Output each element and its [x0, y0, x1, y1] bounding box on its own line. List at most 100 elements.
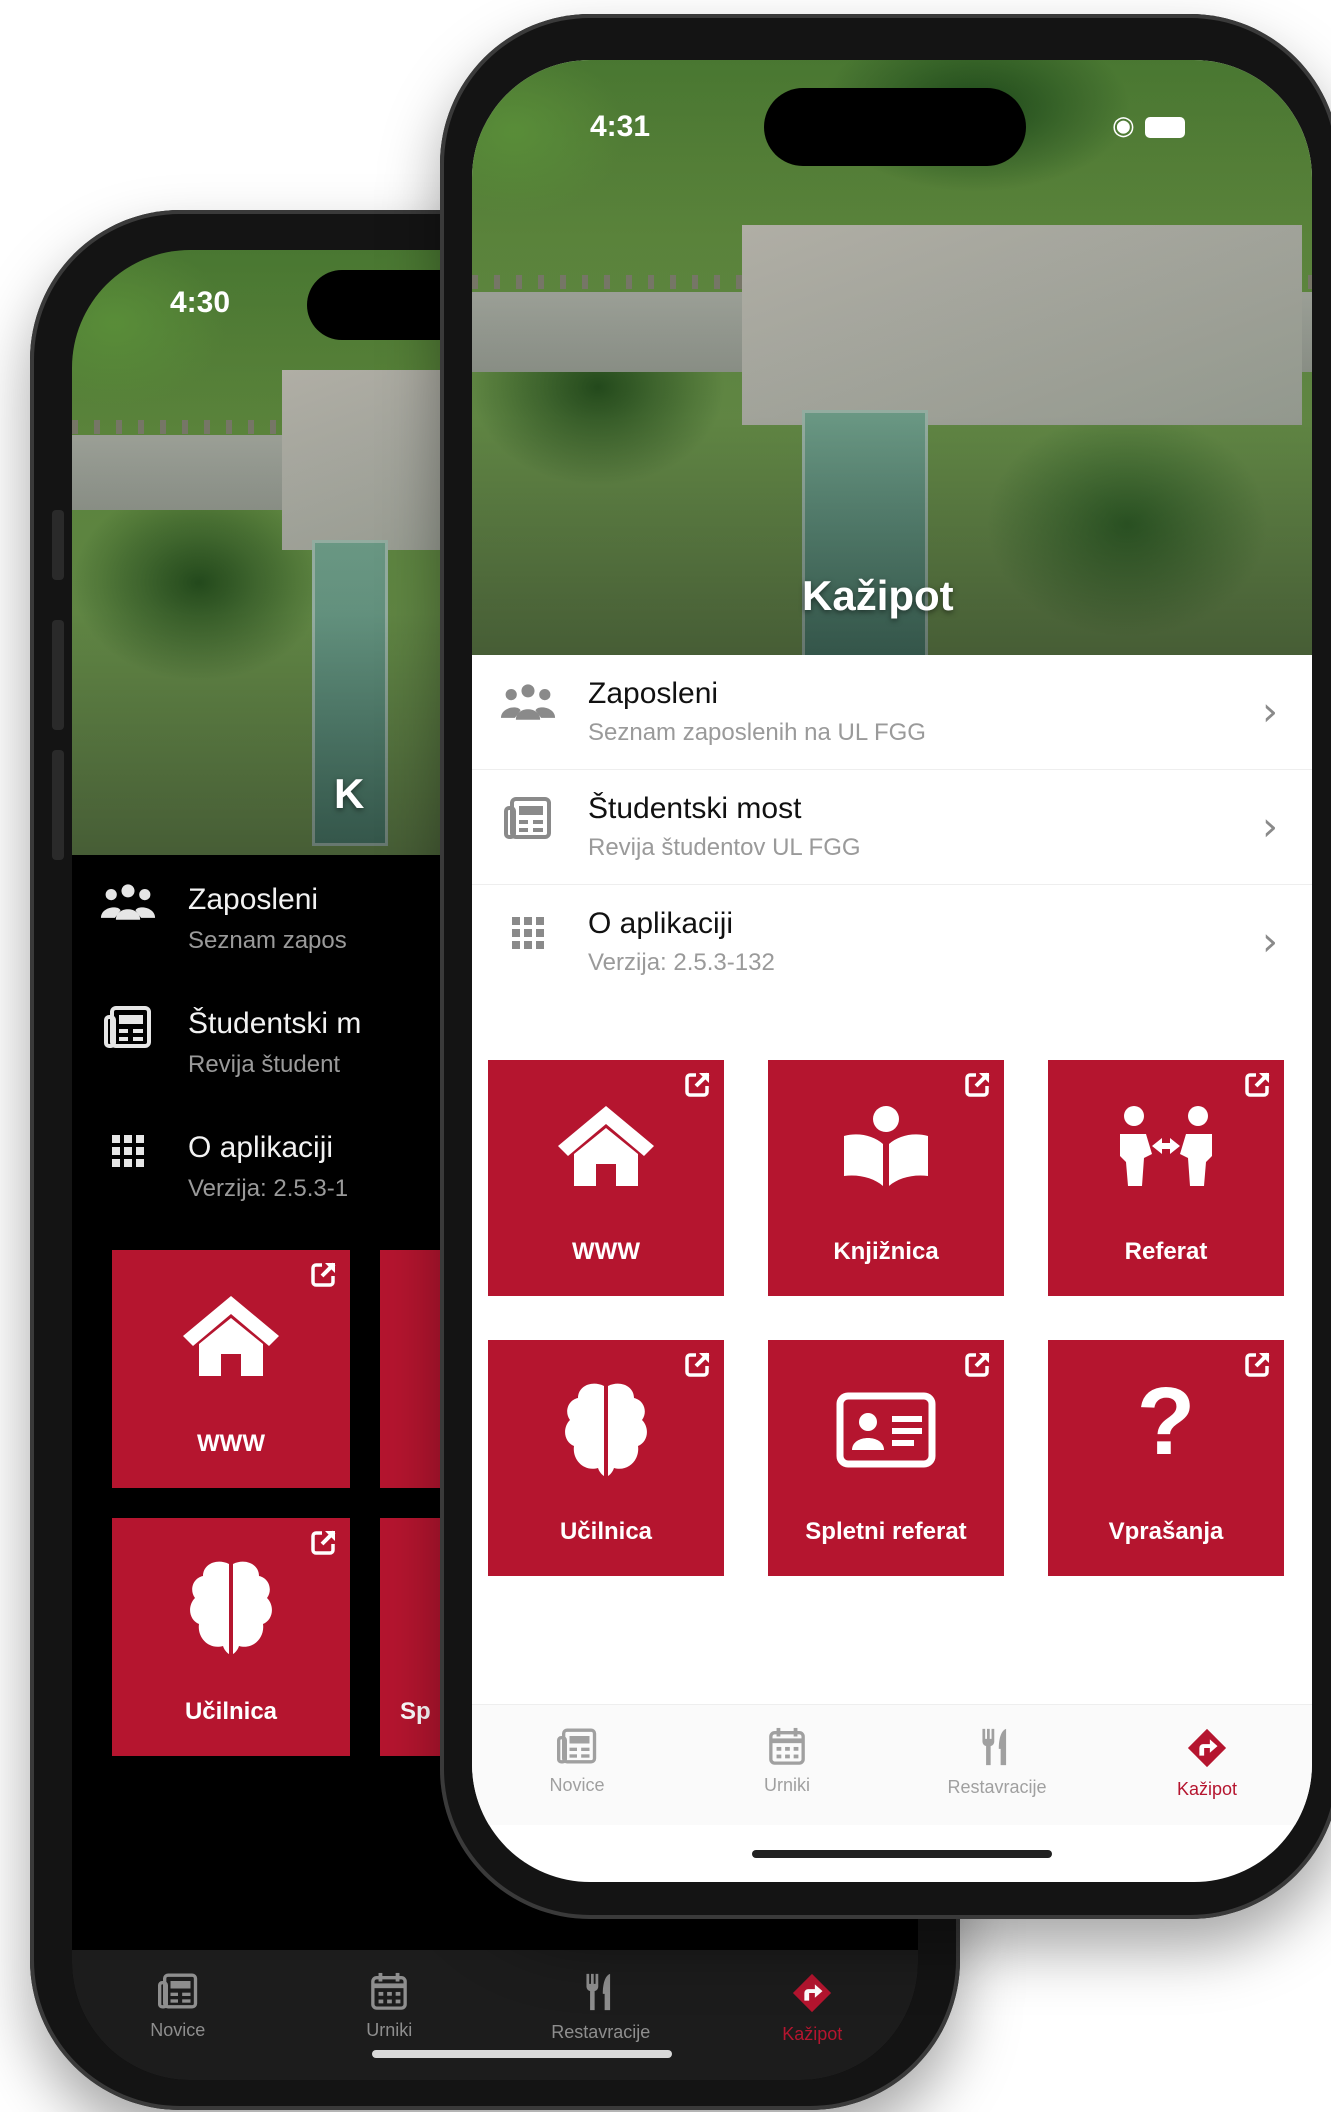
external-link-icon: [310, 1528, 338, 1556]
menu-list: Zaposleni Seznam zaposlenih na UL FGG › …: [472, 655, 1312, 999]
book-reader-icon: [841, 1104, 931, 1188]
brain-icon: [189, 1558, 273, 1658]
list-item-subtitle: Verzija: 2.5.3-1: [188, 1175, 349, 1202]
status-time: 4:30: [170, 286, 231, 319]
utensils-icon: [582, 1972, 620, 2012]
tab-label: Urniki: [366, 2020, 413, 2040]
tile-spletni-referat[interactable]: Spletni referat: [768, 1340, 1004, 1576]
calendar-icon: [768, 1727, 806, 1765]
list-item-subtitle: Seznam zaposlenih na UL FGG: [588, 719, 926, 746]
tile-grid: WWW Knjižnica Referat Učilnica Spletni r: [488, 1060, 1284, 1576]
external-link-icon: [684, 1350, 712, 1378]
tab-kazipot[interactable]: Kažipot: [707, 1950, 919, 2080]
phone-front-light: 4:31 ◉ Kažipot Zaposleni Seznam zaposlen…: [440, 14, 1331, 1919]
grid-dots-icon: [100, 1129, 156, 1173]
tile-www[interactable]: WWW: [488, 1060, 724, 1296]
brain-icon: [564, 1380, 648, 1480]
home-icon: [556, 1104, 656, 1188]
tile-knjiznica[interactable]: Knjižnica: [768, 1060, 1004, 1296]
hero-title: K: [334, 770, 365, 817]
list-item-studentski-most[interactable]: Študentski most Revija študentov UL FGG …: [472, 770, 1312, 885]
tile-vprasanja[interactable]: Vprašanja: [1048, 1340, 1284, 1576]
list-item-o-aplikaciji[interactable]: O aplikaciji Verzija: 2.5.3-132 ›: [472, 885, 1312, 999]
tab-label: Novice: [549, 1775, 605, 1795]
list-item-title: Študentski most: [588, 792, 802, 825]
chevron-right-icon: ›: [1262, 804, 1278, 850]
external-link-icon: [684, 1070, 712, 1098]
external-link-icon: [1244, 1070, 1272, 1098]
list-item-subtitle: Seznam zapos: [188, 927, 347, 954]
directions-icon: [791, 1972, 833, 2014]
question-icon: [1136, 1376, 1196, 1466]
hero-image: 4:31 ◉ Kažipot: [472, 60, 1312, 655]
status-time: 4:31: [590, 110, 651, 143]
screen-front: 4:31 ◉ Kažipot Zaposleni Seznam zaposlen…: [472, 60, 1312, 1882]
tab-label: Restavracije: [947, 1777, 1047, 1797]
people-icon: [100, 881, 156, 925]
tab-label: Novice: [150, 2020, 206, 2040]
tile-label: Referat: [1124, 1238, 1208, 1265]
side-button: [52, 510, 64, 580]
chevron-right-icon: ›: [1262, 919, 1278, 965]
list-item-title: Študentski m: [188, 1007, 362, 1040]
grid-dots-icon: [500, 911, 556, 955]
tab-label: Restavracije: [551, 2022, 651, 2042]
tab-bar: Novice Urniki Restavracije Kažipot: [472, 1704, 1312, 1825]
list-item-title: O aplikaciji: [588, 907, 734, 940]
external-link-icon: [964, 1350, 992, 1378]
people-icon: [500, 681, 556, 725]
id-card-icon: [836, 1390, 936, 1470]
tile-label: WWW: [197, 1430, 265, 1457]
list-item-title: Zaposleni: [588, 677, 719, 710]
tab-novice[interactable]: Novice: [472, 1705, 682, 1825]
tile-label: WWW: [572, 1238, 640, 1265]
wifi-icon: ◉: [1112, 110, 1135, 140]
tab-bar: Novice Urniki Restavracije Kažipot: [72, 1950, 918, 2080]
tab-label: Kažipot: [1176, 1779, 1238, 1799]
newspaper-icon: [557, 1727, 597, 1765]
external-link-icon: [964, 1070, 992, 1098]
tab-urniki[interactable]: Urniki: [682, 1705, 892, 1825]
tile-label: Spletni referat: [805, 1518, 967, 1545]
newspaper-icon: [158, 1972, 198, 2010]
list-item-subtitle: Verzija: 2.5.3-132: [588, 949, 775, 976]
tab-urniki[interactable]: Urniki: [284, 1950, 496, 2080]
tab-kazipot[interactable]: Kažipot: [1102, 1705, 1312, 1825]
tile-ucilnica[interactable]: Učilnica: [488, 1340, 724, 1576]
tile-www[interactable]: WWW: [112, 1250, 350, 1488]
side-button: [52, 750, 64, 860]
tile-label: Učilnica: [559, 1518, 653, 1545]
tile-label: Knjižnica: [833, 1238, 939, 1265]
tile-label: Sp: [400, 1698, 431, 1725]
utensils-icon: [978, 1727, 1016, 1767]
home-indicator: [372, 2050, 672, 2058]
tile-label: Učilnica: [184, 1698, 278, 1725]
home-icon: [181, 1294, 281, 1378]
list-item-subtitle: Revija študentov UL FGG: [588, 834, 861, 861]
list-item-title: Zaposleni: [188, 883, 319, 916]
tab-label: Urniki: [763, 1775, 810, 1795]
list-item-title: O aplikaciji: [188, 1131, 334, 1164]
tile-ucilnica[interactable]: Učilnica: [112, 1518, 350, 1756]
hero-title: Kažipot: [802, 572, 954, 619]
side-button: [52, 620, 64, 730]
newspaper-icon: [500, 796, 556, 840]
calendar-icon: [370, 1972, 408, 2010]
newspaper-icon: [100, 1005, 156, 1049]
list-item-subtitle: Revija študent: [188, 1051, 341, 1078]
list-item-zaposleni[interactable]: Zaposleni Seznam zaposlenih na UL FGG ›: [472, 655, 1312, 770]
external-link-icon: [1244, 1350, 1272, 1378]
home-indicator: [752, 1850, 1052, 1858]
external-link-icon: [310, 1260, 338, 1288]
tab-restavracije[interactable]: Restavracije: [892, 1705, 1102, 1825]
tab-novice[interactable]: Novice: [72, 1950, 284, 2080]
directions-icon: [1186, 1727, 1228, 1769]
battery-icon: [1144, 116, 1185, 138]
tab-restavracije[interactable]: Restavracije: [495, 1950, 707, 2080]
tile-label: Vprašanja: [1108, 1518, 1224, 1545]
dynamic-island: [764, 88, 1026, 166]
chevron-right-icon: ›: [1262, 689, 1278, 735]
tile-referat[interactable]: Referat: [1048, 1060, 1284, 1296]
people-arrows-icon: [1116, 1104, 1216, 1188]
tab-label: Kažipot: [782, 2024, 843, 2044]
